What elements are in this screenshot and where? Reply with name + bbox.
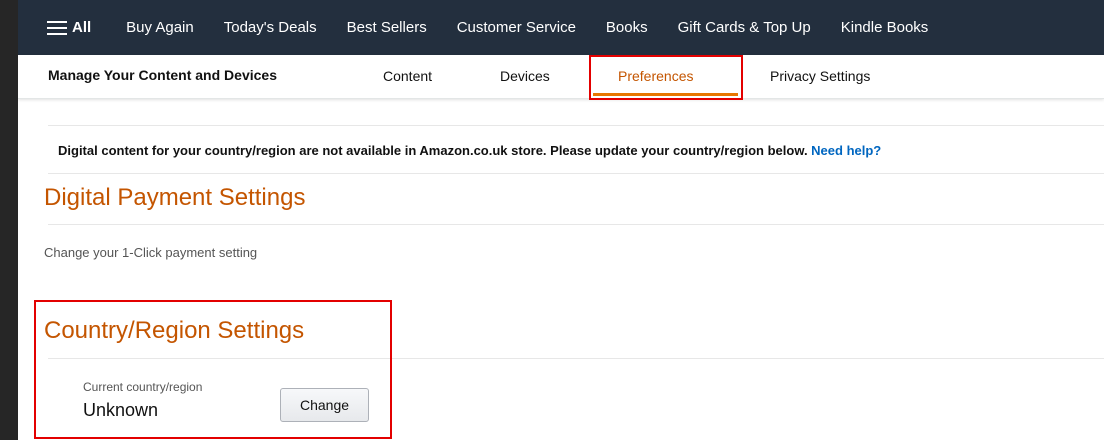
nav-item-customer-service[interactable]: Customer Service — [442, 19, 591, 36]
divider — [48, 173, 1104, 174]
nav-item-todays-deals[interactable]: Today's Deals — [209, 19, 332, 36]
nav-item-buy-again[interactable]: Buy Again — [111, 19, 209, 36]
country-settings-highlight-box — [34, 300, 392, 439]
nav-item-gift-cards[interactable]: Gift Cards & Top Up — [663, 19, 826, 36]
nav-item-best-sellers[interactable]: Best Sellers — [332, 19, 442, 36]
all-menu-label[interactable]: All — [72, 19, 91, 36]
top-navigation-bar: All Buy Again Today's Deals Best Sellers… — [18, 0, 1104, 55]
digital-payment-settings-heading[interactable]: Digital Payment Settings — [44, 184, 305, 212]
nav-item-kindle-books[interactable]: Kindle Books — [826, 19, 944, 36]
all-menu-button[interactable]: All — [47, 19, 91, 36]
need-help-link[interactable]: Need help? — [811, 143, 881, 158]
hamburger-menu-icon[interactable] — [47, 20, 67, 35]
one-click-payment-description: Change your 1-Click payment setting — [44, 245, 258, 260]
page-frame: All Buy Again Today's Deals Best Sellers… — [18, 0, 1104, 440]
content-devices-subnav: Manage Your Content and Devices Content … — [18, 55, 1104, 99]
nav-item-books[interactable]: Books — [591, 19, 663, 36]
region-warning-notice: Digital content for your country/region … — [58, 143, 881, 158]
tab-devices[interactable]: Devices — [500, 68, 550, 84]
tab-content[interactable]: Content — [383, 68, 432, 84]
tab-privacy-settings[interactable]: Privacy Settings — [770, 68, 870, 84]
divider — [48, 224, 1104, 225]
subnav-brand-title[interactable]: Manage Your Content and Devices — [48, 67, 277, 83]
divider — [48, 125, 1104, 126]
notice-text: Digital content for your country/region … — [58, 143, 812, 158]
preferences-tab-highlight-box — [589, 55, 743, 100]
